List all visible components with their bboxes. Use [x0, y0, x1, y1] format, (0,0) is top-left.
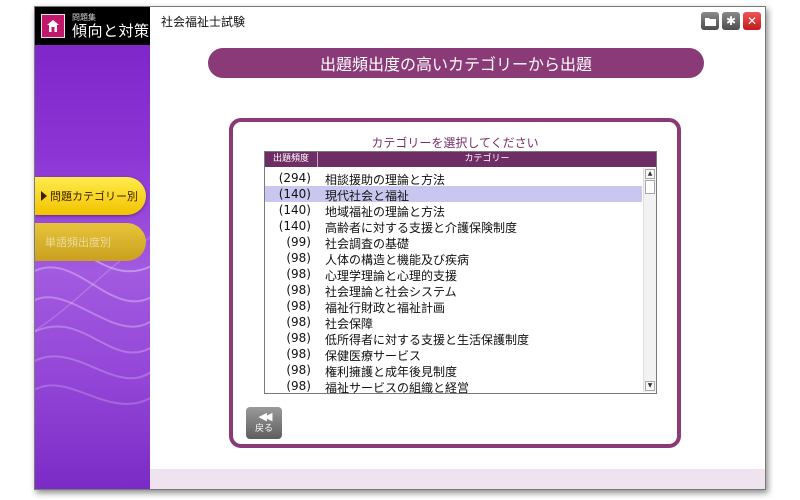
folder-icon[interactable]: [701, 12, 719, 30]
list-item[interactable]: (140) 現代社会と福祉: [265, 186, 642, 203]
item-frequency: (98): [286, 299, 311, 313]
list-item[interactable]: (98) 社会理論と社会システム: [265, 282, 642, 299]
sidebar-item-word-frequency[interactable]: 単語頻出度別: [35, 223, 146, 261]
gear-icon[interactable]: ✱: [722, 12, 740, 30]
back-button[interactable]: ◀◀ 戻る: [246, 407, 282, 439]
window-controls: ✱ ✕: [701, 12, 761, 30]
panel-title: カテゴリーを選択してください: [371, 136, 539, 150]
list-item[interactable]: (98) 権利擁護と成年後見制度: [265, 362, 642, 379]
list-item[interactable]: (294) 相談援助の理論と方法: [265, 170, 642, 187]
app-window: 問題集 傾向と対策 問題カテゴリー別 単語頻出度別 社会福祉士試験 ✱ ✕ 出題…: [34, 6, 766, 490]
list-item[interactable]: (98) 社会保障: [265, 314, 642, 331]
scroll-down-icon[interactable]: ▼: [645, 381, 655, 391]
app-logo: 問題集 傾向と対策: [35, 7, 150, 45]
item-frequency: (98): [286, 331, 311, 345]
scroll-up-icon[interactable]: ▲: [645, 169, 655, 179]
list-item[interactable]: (98) 福祉サービスの組織と経営: [265, 378, 642, 393]
triangle-right-icon: [41, 191, 47, 201]
item-frequency: (98): [286, 283, 311, 297]
sidebar-item-label: 単語頻出度別: [45, 236, 111, 249]
category-panel: カテゴリーを選択してください 出題頻度 カテゴリー (294) 相談援助の理論と方…: [229, 118, 681, 448]
list-item[interactable]: (98) 人体の構造と機能及び疾病: [265, 250, 642, 267]
list-item[interactable]: (99) 社会調査の基礎: [265, 234, 642, 251]
item-frequency: (140): [278, 203, 311, 217]
item-frequency: (140): [278, 219, 311, 233]
sidebar-item-category[interactable]: 問題カテゴリー別: [35, 177, 146, 215]
list-item[interactable]: (140) 高齢者に対する支援と介護保険制度: [265, 218, 642, 235]
list-item[interactable]: (98) 保健医療サービス: [265, 346, 642, 363]
item-frequency: (98): [286, 379, 311, 393]
item-frequency: (98): [286, 315, 311, 329]
item-frequency: (98): [286, 347, 311, 361]
page-title: 出題頻出度の高いカテゴリーから出題: [208, 48, 704, 78]
item-frequency: (98): [286, 251, 311, 265]
sidebar-item-label: 問題カテゴリー別: [50, 190, 138, 203]
logo-subtitle: 問題集: [72, 12, 96, 22]
list-item[interactable]: (140) 地域福祉の理論と方法: [265, 202, 642, 219]
item-frequency: (98): [286, 267, 311, 281]
back-button-label: 戻る: [254, 424, 273, 434]
logo-title: 傾向と対策: [72, 21, 150, 40]
house-icon: [41, 14, 65, 38]
sidebar: 問題集 傾向と対策 問題カテゴリー別 単語頻出度別: [35, 7, 150, 489]
column-header-frequency: 出題頻度: [265, 152, 318, 167]
list-item[interactable]: (98) 福祉行財政と福祉計画: [265, 298, 642, 315]
footer-bar: [150, 469, 765, 489]
close-icon[interactable]: ✕: [743, 12, 761, 30]
category-list[interactable]: 出題頻度 カテゴリー (294) 相談援助の理論と方法 (140) 現代社会と福祉 (1…: [264, 151, 657, 394]
scrollbar[interactable]: ▲ ▼: [643, 168, 656, 392]
list-item[interactable]: (98) 心理学理論と心理的支援: [265, 266, 642, 283]
item-frequency: (99): [286, 235, 311, 249]
list-rows: (294) 相談援助の理論と方法 (140) 現代社会と福祉 (140) 地域福祉の理論と…: [265, 170, 642, 393]
scrollbar-thumb[interactable]: [645, 180, 655, 194]
list-header: 出題頻度 カテゴリー: [265, 152, 656, 167]
item-category: 福祉サービスの組織と経営: [325, 381, 470, 393]
item-frequency: (140): [278, 187, 311, 201]
window-title: 社会福祉士試験: [161, 15, 246, 29]
list-item[interactable]: (98) 低所得者に対する支援と生活保護制度: [265, 330, 642, 347]
item-frequency: (98): [286, 363, 311, 377]
rewind-icon: ◀◀: [258, 410, 273, 423]
column-header-category: カテゴリー: [464, 154, 510, 164]
item-frequency: (294): [278, 171, 311, 185]
